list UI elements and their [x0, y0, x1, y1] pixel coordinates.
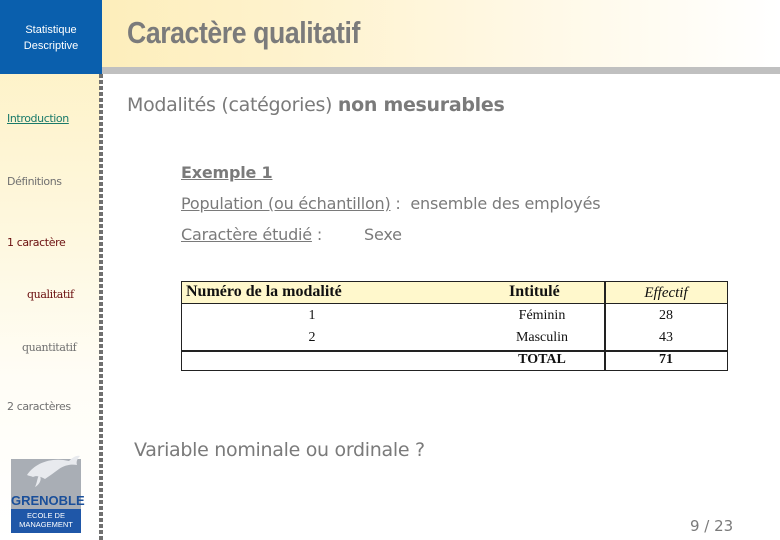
character-value: Sexe — [364, 225, 402, 244]
dolphin-icon — [27, 455, 80, 487]
sidebar-item-2-caracteres[interactable]: 2 caractères — [7, 400, 71, 413]
table-cell-numero: 2 — [308, 330, 316, 345]
table-cell-intitule: Féminin — [518, 308, 566, 323]
header-numero: Numéro de la modalité — [186, 283, 342, 300]
sidebar-item-definitions[interactable]: Définitions — [7, 175, 62, 188]
header-intitule: Intitulé — [509, 283, 560, 300]
table-cell-numero: 1 — [308, 308, 316, 323]
course-title-box: Statistique Descriptive — [0, 0, 102, 74]
table-cell-total-value: 71 — [659, 352, 673, 367]
character-label: Caractère étudié — [181, 225, 312, 244]
sidebar-item-1-caractere[interactable]: 1 caractère — [7, 236, 66, 249]
sidebar-divider — [99, 74, 103, 540]
population-label: Population (ou échantillon) — [181, 194, 391, 213]
header-underline — [102, 67, 780, 74]
sidebar-item-introduction[interactable]: Introduction — [7, 112, 69, 125]
character-sep: : — [311, 225, 323, 244]
course-title-line1: Statistique — [25, 24, 77, 36]
page-title: Caractère qualitatif — [127, 15, 360, 50]
table-cell-effectif: 43 — [659, 330, 673, 345]
subtitle-normal: Modalités (catégories) — [127, 94, 338, 116]
subtitle-bold: non mesurables — [337, 94, 505, 116]
school-logo: GRENOBLE ECOLE DE MANAGEMENT — [11, 453, 85, 536]
course-title-line2: Descriptive — [23, 40, 79, 52]
character-line: Caractère étudié : Sexe — [181, 225, 402, 244]
population-sep: : — [390, 194, 411, 213]
header-effectif: Effectif — [644, 285, 688, 301]
question-text: Variable nominale ou ordinale ? — [134, 439, 425, 461]
example-heading: Exemple 1 — [181, 163, 273, 182]
table-cell-effectif: 28 — [659, 308, 673, 323]
frequency-table: Numéro de la modalité Intitulé Effectif … — [181, 281, 728, 371]
logo-name: GRENOBLE — [11, 493, 85, 508]
sidebar-item-qualitatif[interactable]: qualitatif — [27, 288, 74, 301]
page-indicator: 9 / 23 — [690, 517, 734, 535]
table-cell-total-label: TOTAL — [518, 352, 566, 367]
population-line: Population (ou échantillon) : ensemble d… — [181, 194, 601, 213]
sidebar-item-quantitatif[interactable]: quantitatif — [22, 341, 77, 354]
subtitle: Modalités (catégories) non mesurables — [127, 94, 505, 116]
logo-sub-line2: MANAGEMENT — [19, 519, 73, 529]
population-value: ensemble des employés — [410, 194, 601, 213]
table-cell-intitule: Masculin — [515, 330, 569, 345]
logo-subtitle: ECOLE DE MANAGEMENT — [11, 509, 81, 533]
